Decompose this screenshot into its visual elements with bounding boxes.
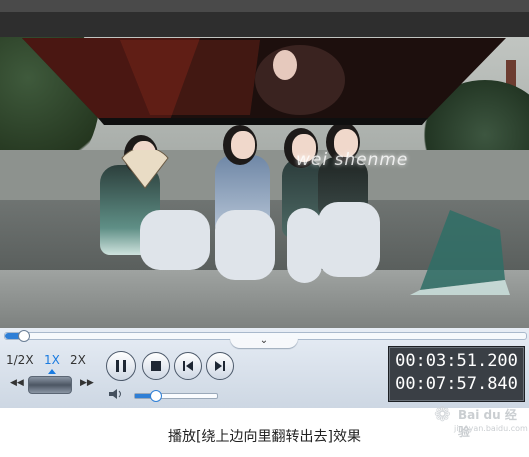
skip-forward-icon[interactable]: ▶▶ xyxy=(80,378,94,388)
chevron-down-icon: ⌄ xyxy=(259,335,269,346)
video-hand-fan xyxy=(121,150,169,189)
next-icon xyxy=(215,361,225,371)
pause-button[interactable] xyxy=(106,351,136,381)
flip-transition-panel xyxy=(0,0,529,125)
baidu-jingyan-watermark: ❁ Bai du 经验 jingyan.baidu.com xyxy=(428,400,528,440)
seek-bar-thumb[interactable] xyxy=(18,330,31,342)
paw-icon: ❁ xyxy=(434,402,451,426)
speed-2x-button[interactable]: 2X xyxy=(70,353,86,367)
stop-button[interactable] xyxy=(142,352,170,380)
volume-icon[interactable] xyxy=(108,388,124,400)
volume-slider-thumb[interactable] xyxy=(149,390,162,402)
skip-back-icon[interactable]: ◀◀ xyxy=(10,378,24,388)
next-button[interactable] xyxy=(206,352,234,380)
total-time: 00:07:57.840 xyxy=(395,374,518,394)
speed-half-button[interactable]: 1/2X xyxy=(6,353,34,367)
watermark-url: jingyan.baidu.com xyxy=(454,424,528,433)
previous-icon xyxy=(183,361,193,371)
speed-selected-marker-icon xyxy=(48,369,56,374)
video-frame[interactable]: wei shenme xyxy=(0,0,529,328)
speed-slider-knob[interactable] xyxy=(28,376,72,394)
speed-1x-button[interactable]: 1X xyxy=(44,353,60,367)
collapse-panel-button[interactable]: ⌄ xyxy=(230,335,298,348)
time-display: 00:03:51.200 00:07:57.840 xyxy=(388,346,525,402)
previous-button[interactable] xyxy=(174,352,202,380)
volume-slider[interactable] xyxy=(134,390,218,402)
video-overlay-text: wei shenme xyxy=(296,150,409,170)
player-controls: ⌄ 1/2X 1X 2X ◀◀ ▶▶ 00:03:51.200 00:07:57… xyxy=(0,328,529,408)
watermark-brand: Bai du 经验 xyxy=(458,408,517,439)
video-silk-fan xyxy=(410,210,510,295)
stop-icon xyxy=(151,361,161,371)
current-time: 00:03:51.200 xyxy=(395,351,518,371)
pause-icon xyxy=(116,360,126,372)
